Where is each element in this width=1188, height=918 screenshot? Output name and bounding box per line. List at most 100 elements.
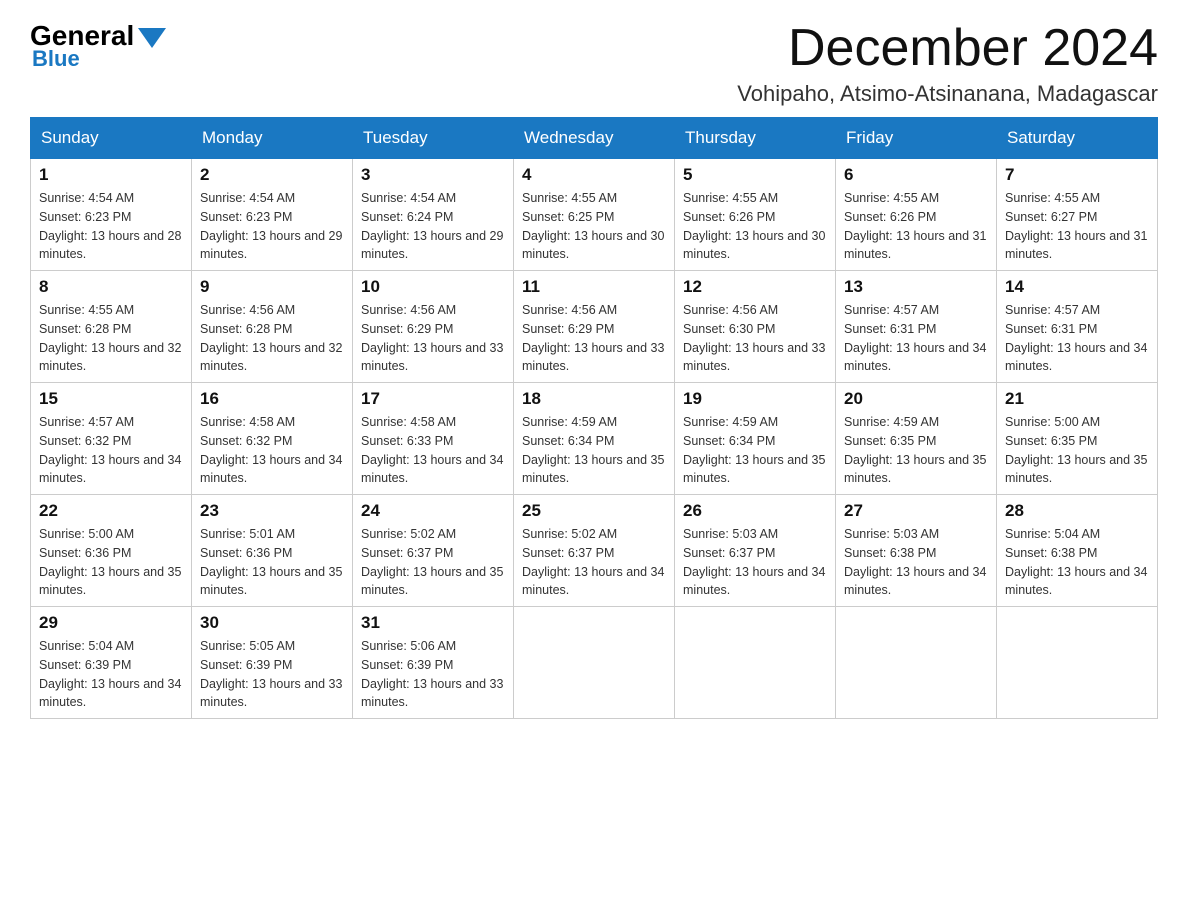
calendar-cell: 9 Sunrise: 4:56 AMSunset: 6:28 PMDayligh…	[192, 271, 353, 383]
day-info: Sunrise: 4:56 AMSunset: 6:28 PMDaylight:…	[200, 301, 344, 376]
calendar-cell: 13 Sunrise: 4:57 AMSunset: 6:31 PMDaylig…	[836, 271, 997, 383]
day-info: Sunrise: 4:57 AMSunset: 6:31 PMDaylight:…	[844, 301, 988, 376]
calendar-cell: 22 Sunrise: 5:00 AMSunset: 6:36 PMDaylig…	[31, 495, 192, 607]
calendar-cell: 15 Sunrise: 4:57 AMSunset: 6:32 PMDaylig…	[31, 383, 192, 495]
day-header-friday: Friday	[836, 118, 997, 159]
day-info: Sunrise: 4:55 AMSunset: 6:25 PMDaylight:…	[522, 189, 666, 264]
day-number: 9	[200, 277, 344, 297]
day-number: 29	[39, 613, 183, 633]
calendar-cell: 11 Sunrise: 4:56 AMSunset: 6:29 PMDaylig…	[514, 271, 675, 383]
day-info: Sunrise: 4:59 AMSunset: 6:35 PMDaylight:…	[844, 413, 988, 488]
day-info: Sunrise: 4:55 AMSunset: 6:26 PMDaylight:…	[844, 189, 988, 264]
calendar-cell: 4 Sunrise: 4:55 AMSunset: 6:25 PMDayligh…	[514, 159, 675, 271]
day-number: 17	[361, 389, 505, 409]
day-number: 5	[683, 165, 827, 185]
day-info: Sunrise: 5:00 AMSunset: 6:36 PMDaylight:…	[39, 525, 183, 600]
day-header-monday: Monday	[192, 118, 353, 159]
day-info: Sunrise: 4:56 AMSunset: 6:29 PMDaylight:…	[361, 301, 505, 376]
day-info: Sunrise: 5:01 AMSunset: 6:36 PMDaylight:…	[200, 525, 344, 600]
day-number: 8	[39, 277, 183, 297]
calendar-cell: 7 Sunrise: 4:55 AMSunset: 6:27 PMDayligh…	[997, 159, 1158, 271]
day-info: Sunrise: 4:59 AMSunset: 6:34 PMDaylight:…	[683, 413, 827, 488]
week-row-1: 1 Sunrise: 4:54 AMSunset: 6:23 PMDayligh…	[31, 159, 1158, 271]
day-info: Sunrise: 4:58 AMSunset: 6:33 PMDaylight:…	[361, 413, 505, 488]
day-info: Sunrise: 4:59 AMSunset: 6:34 PMDaylight:…	[522, 413, 666, 488]
day-number: 12	[683, 277, 827, 297]
day-header-row: SundayMondayTuesdayWednesdayThursdayFrid…	[31, 118, 1158, 159]
day-info: Sunrise: 5:03 AMSunset: 6:37 PMDaylight:…	[683, 525, 827, 600]
day-number: 11	[522, 277, 666, 297]
day-number: 25	[522, 501, 666, 521]
calendar-cell: 3 Sunrise: 4:54 AMSunset: 6:24 PMDayligh…	[353, 159, 514, 271]
day-info: Sunrise: 5:00 AMSunset: 6:35 PMDaylight:…	[1005, 413, 1149, 488]
logo-blue-text: Blue	[32, 46, 80, 72]
day-info: Sunrise: 5:05 AMSunset: 6:39 PMDaylight:…	[200, 637, 344, 712]
calendar-cell: 26 Sunrise: 5:03 AMSunset: 6:37 PMDaylig…	[675, 495, 836, 607]
day-info: Sunrise: 4:54 AMSunset: 6:23 PMDaylight:…	[200, 189, 344, 264]
day-header-tuesday: Tuesday	[353, 118, 514, 159]
location-title: Vohipaho, Atsimo-Atsinanana, Madagascar	[737, 81, 1158, 107]
day-number: 21	[1005, 389, 1149, 409]
day-number: 30	[200, 613, 344, 633]
day-info: Sunrise: 4:57 AMSunset: 6:31 PMDaylight:…	[1005, 301, 1149, 376]
calendar-cell: 10 Sunrise: 4:56 AMSunset: 6:29 PMDaylig…	[353, 271, 514, 383]
day-number: 26	[683, 501, 827, 521]
day-info: Sunrise: 4:55 AMSunset: 6:27 PMDaylight:…	[1005, 189, 1149, 264]
calendar-cell: 29 Sunrise: 5:04 AMSunset: 6:39 PMDaylig…	[31, 607, 192, 719]
calendar-cell: 12 Sunrise: 4:56 AMSunset: 6:30 PMDaylig…	[675, 271, 836, 383]
day-number: 28	[1005, 501, 1149, 521]
week-row-2: 8 Sunrise: 4:55 AMSunset: 6:28 PMDayligh…	[31, 271, 1158, 383]
day-number: 20	[844, 389, 988, 409]
day-number: 6	[844, 165, 988, 185]
day-number: 13	[844, 277, 988, 297]
day-number: 4	[522, 165, 666, 185]
calendar-cell: 30 Sunrise: 5:05 AMSunset: 6:39 PMDaylig…	[192, 607, 353, 719]
calendar-cell: 25 Sunrise: 5:02 AMSunset: 6:37 PMDaylig…	[514, 495, 675, 607]
calendar-cell: 23 Sunrise: 5:01 AMSunset: 6:36 PMDaylig…	[192, 495, 353, 607]
header: General Blue December 2024 Vohipaho, Ats…	[30, 20, 1158, 107]
calendar-cell: 14 Sunrise: 4:57 AMSunset: 6:31 PMDaylig…	[997, 271, 1158, 383]
calendar-table: SundayMondayTuesdayWednesdayThursdayFrid…	[30, 117, 1158, 719]
day-header-saturday: Saturday	[997, 118, 1158, 159]
calendar-cell: 24 Sunrise: 5:02 AMSunset: 6:37 PMDaylig…	[353, 495, 514, 607]
week-row-5: 29 Sunrise: 5:04 AMSunset: 6:39 PMDaylig…	[31, 607, 1158, 719]
day-number: 22	[39, 501, 183, 521]
calendar-cell	[514, 607, 675, 719]
day-number: 1	[39, 165, 183, 185]
calendar-cell: 5 Sunrise: 4:55 AMSunset: 6:26 PMDayligh…	[675, 159, 836, 271]
day-number: 16	[200, 389, 344, 409]
day-number: 10	[361, 277, 505, 297]
calendar-cell: 27 Sunrise: 5:03 AMSunset: 6:38 PMDaylig…	[836, 495, 997, 607]
day-number: 24	[361, 501, 505, 521]
title-area: December 2024 Vohipaho, Atsimo-Atsinanan…	[737, 20, 1158, 107]
logo-triangle-icon	[138, 28, 166, 48]
logo: General Blue	[30, 20, 170, 72]
day-number: 2	[200, 165, 344, 185]
day-header-thursday: Thursday	[675, 118, 836, 159]
day-info: Sunrise: 4:54 AMSunset: 6:24 PMDaylight:…	[361, 189, 505, 264]
day-number: 7	[1005, 165, 1149, 185]
week-row-4: 22 Sunrise: 5:00 AMSunset: 6:36 PMDaylig…	[31, 495, 1158, 607]
day-number: 27	[844, 501, 988, 521]
calendar-cell: 8 Sunrise: 4:55 AMSunset: 6:28 PMDayligh…	[31, 271, 192, 383]
day-info: Sunrise: 5:04 AMSunset: 6:39 PMDaylight:…	[39, 637, 183, 712]
week-row-3: 15 Sunrise: 4:57 AMSunset: 6:32 PMDaylig…	[31, 383, 1158, 495]
calendar-cell: 21 Sunrise: 5:00 AMSunset: 6:35 PMDaylig…	[997, 383, 1158, 495]
day-number: 3	[361, 165, 505, 185]
day-number: 18	[522, 389, 666, 409]
day-number: 31	[361, 613, 505, 633]
calendar-cell: 19 Sunrise: 4:59 AMSunset: 6:34 PMDaylig…	[675, 383, 836, 495]
day-info: Sunrise: 5:06 AMSunset: 6:39 PMDaylight:…	[361, 637, 505, 712]
day-info: Sunrise: 5:02 AMSunset: 6:37 PMDaylight:…	[361, 525, 505, 600]
calendar-cell: 20 Sunrise: 4:59 AMSunset: 6:35 PMDaylig…	[836, 383, 997, 495]
day-number: 14	[1005, 277, 1149, 297]
day-info: Sunrise: 4:57 AMSunset: 6:32 PMDaylight:…	[39, 413, 183, 488]
calendar-cell: 6 Sunrise: 4:55 AMSunset: 6:26 PMDayligh…	[836, 159, 997, 271]
day-info: Sunrise: 4:56 AMSunset: 6:29 PMDaylight:…	[522, 301, 666, 376]
day-info: Sunrise: 4:55 AMSunset: 6:28 PMDaylight:…	[39, 301, 183, 376]
day-info: Sunrise: 5:03 AMSunset: 6:38 PMDaylight:…	[844, 525, 988, 600]
day-info: Sunrise: 4:56 AMSunset: 6:30 PMDaylight:…	[683, 301, 827, 376]
day-number: 19	[683, 389, 827, 409]
calendar-cell: 31 Sunrise: 5:06 AMSunset: 6:39 PMDaylig…	[353, 607, 514, 719]
calendar-cell	[997, 607, 1158, 719]
